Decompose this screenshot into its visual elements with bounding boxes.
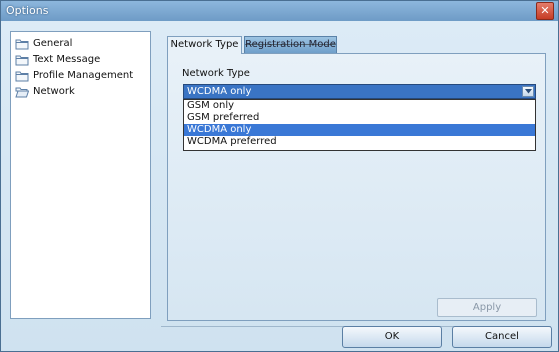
options-window: Options ✕ General Text Message Profile M… (0, 0, 559, 352)
network-type-selected-value: WCDMA only (187, 86, 252, 97)
option-wcdma-preferred[interactable]: WCDMA preferred (184, 136, 535, 148)
close-icon: ✕ (540, 4, 550, 17)
folder-open-icon (15, 87, 29, 98)
option-gsm-preferred[interactable]: GSM preferred (184, 112, 535, 124)
tab-registration-mode[interactable]: Registration Mode (244, 36, 337, 53)
folder-icon (15, 55, 29, 66)
tree-item-label: Network (33, 86, 75, 97)
ok-button[interactable]: OK (342, 326, 442, 348)
option-gsm-only[interactable]: GSM only (184, 100, 535, 112)
dropdown-button[interactable] (522, 86, 534, 97)
network-type-dropdown-list: GSM only GSM preferred WCDMA only WCDMA … (183, 99, 536, 151)
dialog-body: General Text Message Profile Management (1, 21, 558, 351)
network-type-select[interactable]: WCDMA only (183, 84, 536, 99)
folder-icon (15, 39, 29, 50)
tree-item-label: General (33, 38, 73, 49)
close-button[interactable]: ✕ (536, 2, 554, 20)
tree-item-label: Text Message (33, 54, 101, 65)
category-tree[interactable]: General Text Message Profile Management (10, 31, 151, 319)
chevron-down-icon (525, 89, 532, 94)
folder-icon (15, 71, 29, 82)
cancel-button[interactable]: Cancel (452, 326, 552, 348)
network-type-panel: Network Type WCDMA only GSM only GSM pre… (167, 53, 546, 321)
option-wcdma-only[interactable]: WCDMA only (184, 124, 535, 136)
tab-network-type[interactable]: Network Type (167, 36, 242, 54)
tree-item-label: Profile Management (33, 70, 134, 81)
title-bar[interactable]: Options ✕ (1, 1, 558, 21)
network-type-label: Network Type (182, 68, 250, 79)
window-title: Options (6, 4, 49, 17)
apply-button[interactable]: Apply (437, 298, 537, 317)
